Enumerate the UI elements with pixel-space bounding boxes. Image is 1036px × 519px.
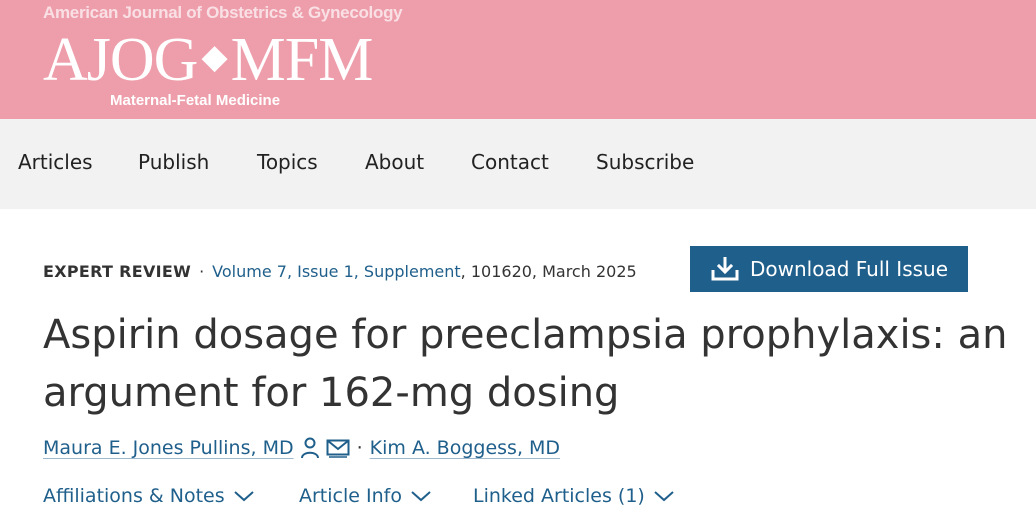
site-header: American Journal of Obstetrics & Gynecol… xyxy=(0,0,1036,119)
chevron-down-icon xyxy=(654,491,674,502)
download-full-issue-button[interactable]: Download Full Issue xyxy=(690,246,968,292)
main-nav: Articles Publish Topics About Contact Su… xyxy=(0,119,1036,209)
chevron-down-icon xyxy=(233,491,254,502)
citation-text: , 101620, March 2025 xyxy=(460,262,637,281)
affiliations-notes-label: Affiliations & Notes xyxy=(43,485,225,507)
nav-item-contact[interactable]: Contact xyxy=(471,150,549,174)
author-list: Maura E. Jones Pullins, MD · Kim A. Bogg… xyxy=(43,437,560,459)
logo-left-text: AJOG xyxy=(43,26,198,94)
envelope-icon[interactable] xyxy=(326,438,350,458)
journal-name: American Journal of Obstetrics & Gynecol… xyxy=(43,3,403,22)
nav-item-articles[interactable]: Articles xyxy=(18,150,93,174)
download-label: Download Full Issue xyxy=(749,257,949,281)
nav-item-about[interactable]: About xyxy=(365,150,424,174)
chevron-down-icon xyxy=(411,491,431,502)
author-link[interactable]: Kim A. Boggess, MD xyxy=(370,437,560,459)
logo-separator: ◆ xyxy=(201,39,227,76)
nav-item-topics[interactable]: Topics xyxy=(257,150,318,174)
linked-articles-toggle[interactable]: Linked Articles (1) xyxy=(473,485,675,507)
linked-articles-label: Linked Articles (1) xyxy=(473,485,645,507)
nav-item-subscribe[interactable]: Subscribe xyxy=(596,150,694,174)
logo-subtitle: Maternal-Fetal Medicine xyxy=(110,92,281,109)
logo-right-text: MFM xyxy=(230,26,374,94)
author-separator: · xyxy=(356,437,363,459)
author-link[interactable]: Maura E. Jones Pullins, MD xyxy=(43,437,294,459)
volume-link[interactable]: Volume 7, Issue 1, Supplement xyxy=(212,262,461,281)
article-info-toggle[interactable]: Article Info xyxy=(299,485,432,507)
journal-logo[interactable]: AJOG ◆MFM xyxy=(43,23,374,95)
affiliations-notes-toggle[interactable]: Affiliations & Notes xyxy=(43,485,255,507)
nav-item-publish[interactable]: Publish xyxy=(138,150,209,174)
article-info-label: Article Info xyxy=(299,485,402,507)
download-icon xyxy=(711,257,739,281)
person-icon[interactable] xyxy=(300,437,320,459)
article-type: EXPERT REVIEW xyxy=(43,262,192,281)
article-title: Aspirin dosage for preeclampsia prophyla… xyxy=(43,312,1008,416)
article-meta: EXPERT REVIEW · Volume 7, Issue 1, Supplem… xyxy=(43,262,637,281)
meta-separator: · xyxy=(199,262,205,281)
